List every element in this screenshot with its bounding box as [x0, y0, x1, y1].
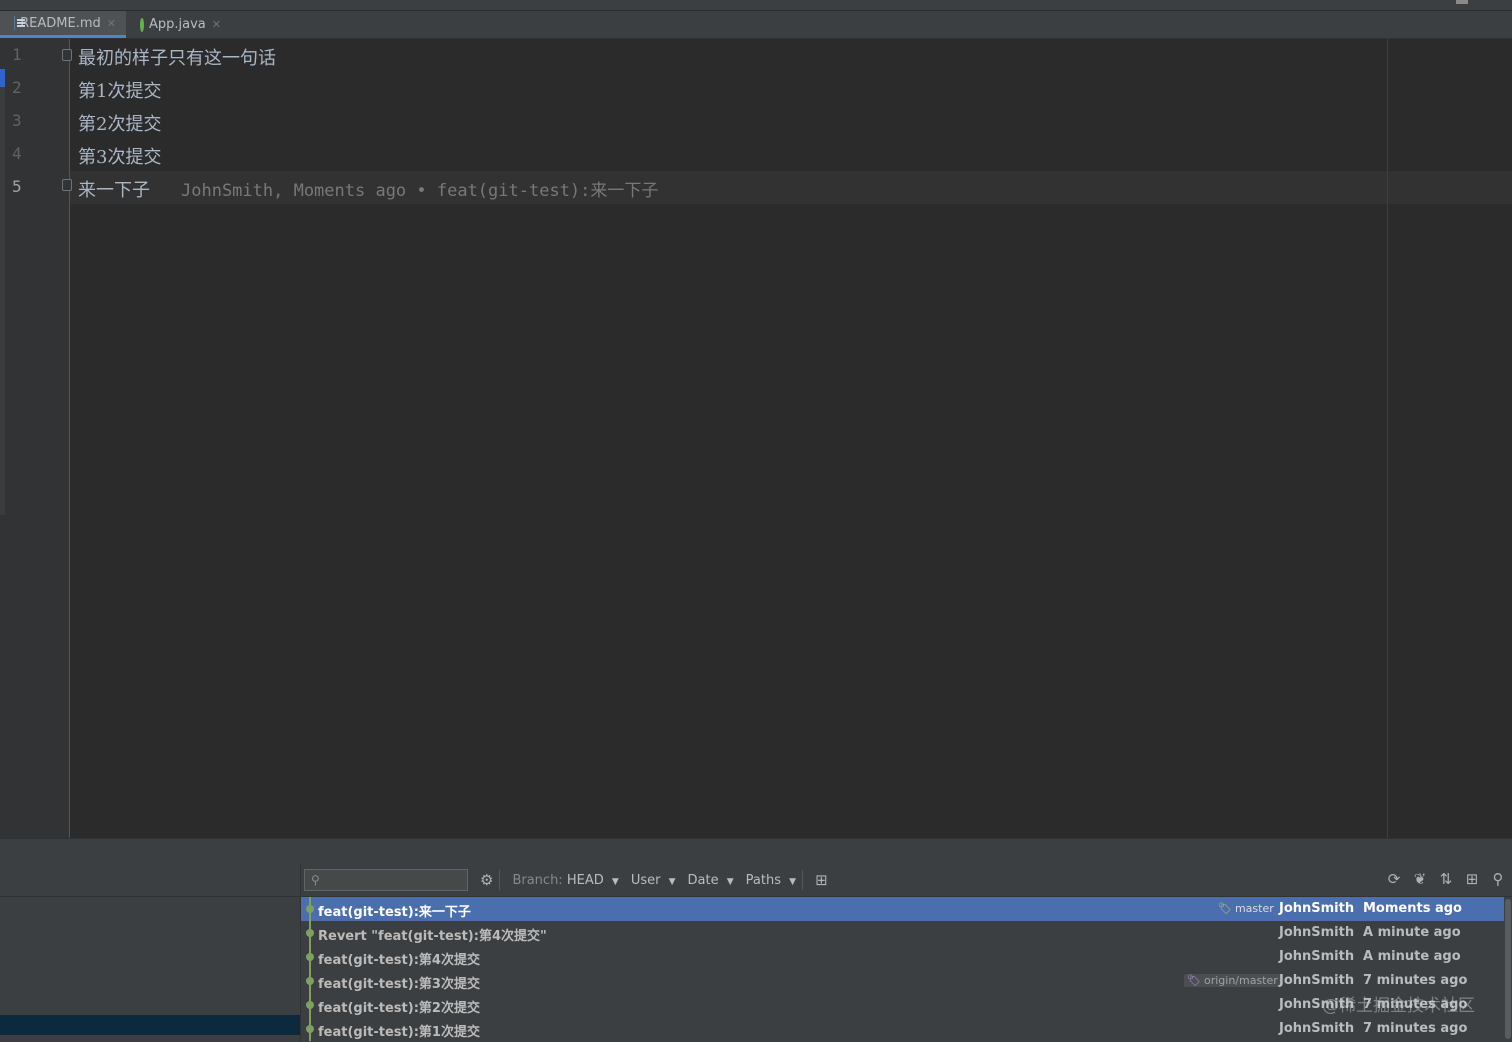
markdown-file-icon: [14, 16, 27, 30]
branch-filter[interactable]: Branch: HEAD ▼: [512, 873, 618, 888]
remote-branch-tag: 🏷 origin/master: [1184, 974, 1281, 987]
code-line[interactable]: 来一下子: [78, 176, 150, 202]
fold-start-icon[interactable]: [62, 49, 72, 61]
commit-list: feat(git-test):来一下子 🏷 master JohnSmith Mo…: [301, 897, 1504, 1041]
tab-label: README.md: [20, 15, 101, 31]
commit-node-icon: [306, 1025, 314, 1033]
commit-row[interactable]: feat(git-test):第4次提交 JohnSmith A minute …: [301, 945, 1504, 969]
search-icon: ⚲: [311, 873, 320, 887]
commit-message: feat(git-test):来一下子: [318, 905, 471, 920]
log-actions: ⟳ ❦ ⇅ ⊞ ⚲: [1376, 870, 1506, 888]
commit-message: feat(git-test):第3次提交: [318, 977, 480, 992]
code-line[interactable]: 最初的样子只有这一句话: [78, 44, 276, 70]
log-toolbar: ⚲ ⚙ Branch: HEAD ▼ User ▼ Date ▼ Paths ▼…: [301, 864, 1512, 897]
tab-readme[interactable]: README.md ✕: [0, 11, 126, 38]
commit-author: JohnSmith: [1279, 949, 1355, 964]
line-gutter: 1 2 3 4 5: [0, 39, 72, 838]
find-icon[interactable]: ⚲: [1490, 870, 1506, 888]
git-log-panel: ⚲ ⚙ Branch: HEAD ▼ User ▼ Date ▼ Paths ▼…: [0, 864, 1512, 1042]
minimize-icon[interactable]: [1456, 0, 1468, 4]
line-number: 5: [12, 177, 22, 196]
commit-date: 7 minutes ago: [1363, 1021, 1468, 1036]
tool-window-header: [0, 838, 1512, 865]
branches-pane: [0, 864, 301, 1042]
line-number: 2: [12, 78, 22, 97]
line-number: 1: [12, 45, 22, 64]
chevron-down-icon: ▼: [789, 876, 797, 887]
search-input[interactable]: ⚲: [304, 869, 468, 891]
cherry-pick-icon[interactable]: ❦: [1412, 870, 1428, 888]
tag-icon: 🏷: [1218, 902, 1232, 915]
change-marker: [0, 69, 5, 515]
new-tab-icon[interactable]: ⊞: [815, 871, 828, 889]
commit-node-icon: [306, 1001, 314, 1009]
chevron-down-icon: ▼: [611, 876, 619, 887]
layout-icon[interactable]: ⊞: [1464, 870, 1480, 888]
commit-row[interactable]: feat(git-test):第3次提交 🏷 origin/master John…: [301, 969, 1504, 993]
code-line[interactable]: 第3次提交: [78, 143, 161, 169]
tab-label: App.java: [149, 17, 206, 32]
tab-app-java[interactable]: App.java ✕: [126, 11, 226, 38]
close-icon[interactable]: ✕: [212, 18, 221, 31]
commit-message: feat(git-test):第1次提交: [318, 1025, 480, 1040]
refresh-icon[interactable]: ⟳: [1386, 870, 1402, 888]
gear-icon[interactable]: ⚙: [480, 871, 493, 889]
tag-icon: 🏷: [1187, 974, 1201, 987]
chevron-down-icon: ▼: [668, 876, 676, 887]
branch-tag: 🏷 master: [1218, 902, 1274, 915]
commit-date: 7 minutes ago: [1363, 973, 1468, 988]
line-number: 3: [12, 111, 22, 130]
java-file-icon: [140, 17, 144, 32]
close-icon[interactable]: ✕: [107, 17, 116, 30]
paths-filter[interactable]: Paths ▼: [746, 873, 796, 888]
commit-node-icon: [306, 977, 314, 985]
line-number: 4: [12, 144, 22, 163]
inline-blame-annotation: JohnSmith, Moments ago • feat(git-test):…: [181, 181, 659, 201]
commit-node-icon: [306, 953, 314, 961]
commit-author: JohnSmith: [1279, 925, 1355, 940]
fold-end-icon[interactable]: [62, 179, 72, 191]
editor-tab-bar: README.md ✕ App.java ✕: [0, 0, 1512, 39]
watermark: @稀土掘金技术社区: [1322, 996, 1475, 1016]
user-filter[interactable]: User ▼: [631, 873, 676, 888]
commit-node-icon: [306, 929, 314, 937]
sort-icon[interactable]: ⇅: [1438, 870, 1454, 888]
commit-author: JohnSmith: [1279, 973, 1355, 988]
scrollbar[interactable]: [1504, 897, 1512, 1042]
commit-date: A minute ago: [1363, 949, 1461, 964]
commit-author: JohnSmith: [1279, 901, 1355, 916]
commit-row[interactable]: Revert "feat(git-test):第4次提交" JohnSmith …: [301, 921, 1504, 945]
commit-row[interactable]: feat(git-test):第1次提交 JohnSmith 7 minutes…: [301, 1017, 1504, 1041]
commit-date: Moments ago: [1363, 901, 1462, 916]
commit-message: Revert "feat(git-test):第4次提交": [318, 929, 547, 944]
chevron-down-icon: ▼: [726, 876, 734, 887]
commit-node-icon: [306, 905, 314, 913]
commit-message: feat(git-test):第4次提交: [318, 953, 480, 968]
commit-row[interactable]: feat(git-test):来一下子 🏷 master JohnSmith Mo…: [301, 897, 1504, 921]
code-editor[interactable]: 1 2 3 4 5 最初的样子只有这一句话 第1次提交 第2次提交 第3次提交 …: [0, 39, 1512, 838]
selected-branch-row[interactable]: [0, 1015, 300, 1035]
code-line[interactable]: 第1次提交: [78, 77, 161, 103]
commit-message: feat(git-test):第2次提交: [318, 1001, 480, 1016]
title-strip: [0, 0, 1512, 11]
right-margin-guide: [1387, 39, 1388, 838]
date-filter[interactable]: Date ▼: [688, 873, 734, 888]
code-line[interactable]: 第2次提交: [78, 110, 161, 136]
commit-date: A minute ago: [1363, 925, 1461, 940]
commit-author: JohnSmith: [1279, 1021, 1355, 1036]
